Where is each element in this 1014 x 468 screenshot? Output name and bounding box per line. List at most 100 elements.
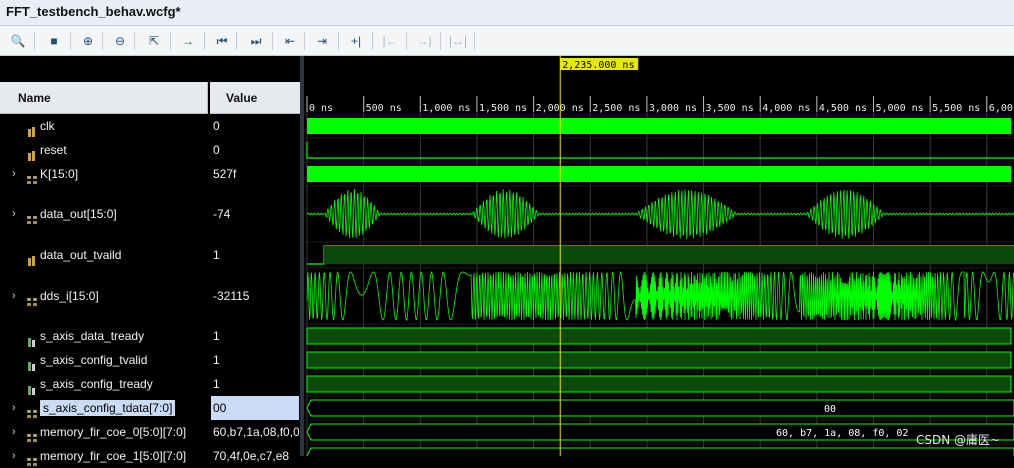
go-to-last-time-icon[interactable]: ⏭ — [246, 31, 266, 51]
signal-name-cell[interactable]: data_out_tvaild — [0, 242, 208, 268]
toolbar-separator — [372, 32, 373, 50]
signal-name: dds_i[15:0] — [40, 289, 99, 303]
signal-name: data_out[15:0] — [40, 207, 117, 221]
signal-value: 1 — [213, 377, 220, 391]
toolbar-separator — [304, 32, 305, 50]
bus-value-label: 60, b7, 1a, 08, f0, 02 — [776, 428, 908, 439]
waveform-canvas[interactable]: 0 ns 500 ns 1,000 ns 1,500 ns 2,000 ns 2,500 … — [304, 56, 1014, 456]
signal-name: s_axis_config_tready — [40, 377, 153, 391]
time-tick-label: 0 ns — [309, 103, 333, 114]
signal-name-cell[interactable]: s_axis_config_tvalid — [0, 348, 208, 372]
signal-value: 1 — [213, 329, 220, 343]
signal-value: 0 — [213, 143, 220, 157]
expand-chevron-icon[interactable]: › — [12, 168, 16, 180]
signal-name-cell[interactable]: › dds_i[15:0] — [0, 268, 208, 324]
signal-value: 1 — [213, 248, 220, 262]
bus-value-label: 00 — [824, 404, 836, 415]
signal-row[interactable]: s_axis_config_tready 1 — [0, 372, 300, 396]
value-column-header[interactable]: Value — [210, 82, 300, 114]
signal-row[interactable]: › data_out[15:0] -74 — [0, 186, 300, 242]
signal-value: 1 — [213, 353, 220, 367]
signal-wave — [306, 142, 1014, 159]
toolbar-separator — [134, 32, 135, 50]
signal-value: 00 — [211, 396, 299, 420]
toolbar-separator — [102, 32, 103, 50]
toolbar-separator — [272, 32, 273, 50]
signal-row[interactable]: › dds_i[15:0] -32115 — [0, 268, 300, 324]
time-tick-label: 500 ns — [366, 103, 402, 114]
expand-chevron-icon[interactable]: › — [12, 426, 16, 438]
signal-row[interactable]: › s_axis_config_tdata[7:0] 00 — [0, 396, 300, 420]
signal-row[interactable]: s_axis_data_tready 1 — [0, 324, 300, 348]
save-icon[interactable]: ■ — [44, 31, 64, 51]
swap-cursors-icon[interactable]: |↔| — [448, 31, 468, 51]
name-column-header[interactable]: Name — [0, 82, 208, 114]
go-to-time-zero-icon[interactable]: ⏮ — [212, 31, 232, 51]
time-tick-label: 2,500 ns — [592, 103, 640, 114]
toolbar-separator — [338, 32, 339, 50]
signal-name-cell[interactable]: › memory_fir_coe_0[5:0][7:0] — [0, 420, 208, 444]
signal-wave — [306, 189, 1014, 240]
add-marker-icon[interactable]: +| — [346, 31, 366, 51]
time-tick-label: 2,000 ns — [536, 103, 584, 114]
signal-name-cell[interactable]: clk — [0, 114, 208, 138]
zoom-fit-icon[interactable]: ⇱ — [144, 31, 164, 51]
signal-wave — [306, 327, 1012, 345]
zoom-in-icon[interactable]: ⊕ — [78, 31, 98, 51]
expand-chevron-icon[interactable]: › — [12, 402, 16, 414]
next-marker-icon[interactable]: →| — [414, 31, 434, 51]
time-tick-label: 3,500 ns — [706, 103, 754, 114]
bus-segment — [306, 447, 1014, 456]
signal-name-cell[interactable]: s_axis_data_tready — [0, 324, 208, 348]
signal-name: reset — [40, 143, 67, 157]
signal-name-cell[interactable]: reset — [0, 138, 208, 162]
signal-name: s_axis_config_tvalid — [40, 353, 148, 367]
signal-row[interactable]: data_out_tvaild 1 — [0, 242, 300, 268]
cursor-time-label: 2,235.000 ns — [562, 60, 634, 71]
signal-wave — [306, 375, 1012, 393]
toolbar-separator — [170, 32, 171, 50]
time-tick-label: 1,000 ns — [422, 103, 470, 114]
zoom-out-icon[interactable]: ⊖ — [110, 31, 130, 51]
signal-name-cell[interactable]: s_axis_config_tready — [0, 372, 208, 396]
time-tick-label: 4,500 ns — [819, 103, 867, 114]
window-titlebar: FFT_testbench_behav.wcfg* — [0, 0, 1014, 26]
search-icon[interactable]: 🔍 — [8, 31, 28, 51]
signal-row[interactable]: › K[15:0] 527f — [0, 162, 300, 186]
toolbar-separator — [204, 32, 205, 50]
signal-name: K[15:0] — [40, 167, 79, 181]
next-transition-icon[interactable]: ⇥ — [312, 31, 332, 51]
signal-value: 70,4f,0e,c7,e8 — [213, 449, 290, 463]
signal-name-cell[interactable]: › K[15:0] — [0, 162, 208, 186]
signal-row[interactable]: clk 0 — [0, 114, 300, 138]
signal-row[interactable]: reset 0 — [0, 138, 300, 162]
time-tick-label: 3,000 ns — [649, 103, 697, 114]
signal-name: data_out_tvaild — [40, 248, 122, 262]
time-tick-label: 4,000 ns — [762, 103, 810, 114]
toolbar-separator — [440, 32, 441, 50]
signal-wave — [307, 166, 1011, 182]
signal-value: 60,b7,1a,08,f0,0 — [213, 425, 299, 439]
toolbar-separator — [474, 32, 475, 50]
previous-transition-icon[interactable]: ⇤ — [280, 31, 300, 51]
signal-name-cell[interactable]: › s_axis_config_tdata[7:0] — [0, 396, 208, 420]
waveform-area[interactable]: 0 ns 500 ns 1,000 ns 1,500 ns 2,000 ns 2,500 … — [304, 56, 1014, 456]
signal-name-cell[interactable]: › data_out[15:0] — [0, 186, 208, 242]
signal-row[interactable]: › memory_fir_coe_1[5:0][7:0] 70,4f,0e,c7,e… — [0, 444, 300, 468]
window-title: FFT_testbench_behav.wcfg* — [6, 4, 181, 19]
expand-chevron-icon[interactable]: › — [12, 208, 16, 220]
signal-wave — [307, 118, 1011, 134]
time-tick-label: 6,00 — [989, 103, 1013, 114]
go-to-cursor-icon[interactable]: → — [178, 31, 198, 51]
signal-name-cell[interactable]: › memory_fir_coe_1[5:0][7:0] — [0, 444, 208, 468]
signal-wave — [306, 271, 1014, 322]
time-tick-label: 5,000 ns — [876, 103, 924, 114]
expand-chevron-icon[interactable]: › — [12, 450, 16, 462]
previous-marker-icon[interactable]: |← — [380, 31, 400, 51]
signal-name: clk — [40, 119, 55, 133]
signal-name: memory_fir_coe_0[5:0][7:0] — [40, 425, 187, 439]
signal-row[interactable]: s_axis_config_tvalid 1 — [0, 348, 300, 372]
expand-chevron-icon[interactable]: › — [12, 290, 16, 302]
bus-segment — [306, 399, 1014, 417]
signal-row[interactable]: › memory_fir_coe_0[5:0][7:0] 60,b7,1a,08,f… — [0, 420, 300, 444]
